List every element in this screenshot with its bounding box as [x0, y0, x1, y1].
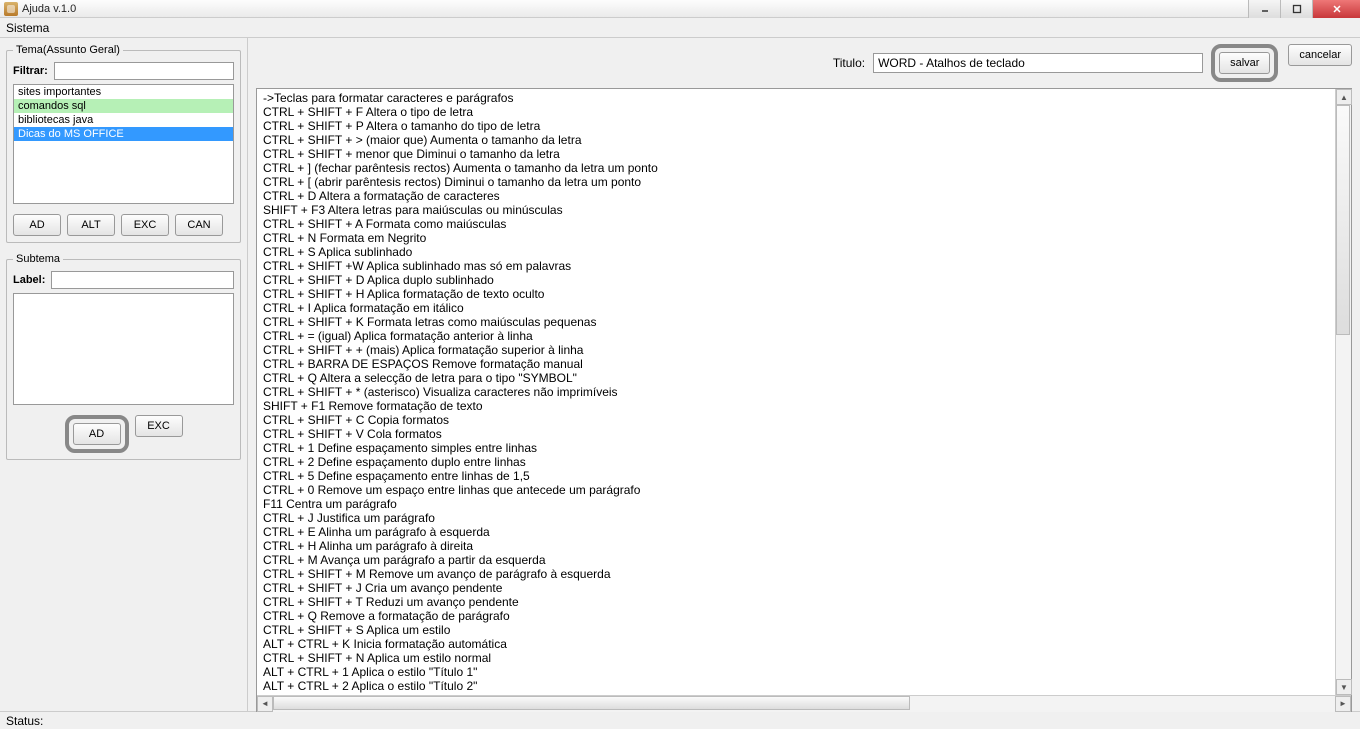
scroll-left-arrow[interactable]: ◄	[257, 696, 273, 712]
salvar-button[interactable]: salvar	[1219, 52, 1270, 74]
window-titlebar: Ajuda v.1.0	[0, 0, 1360, 18]
titulo-label: Titulo:	[833, 56, 865, 70]
tema-listbox[interactable]: sites importantescomandos sqlbibliotecas…	[13, 84, 234, 204]
tema-legend: Tema(Assunto Geral)	[13, 44, 123, 56]
tema-list-item[interactable]: Dicas do MS OFFICE	[14, 127, 233, 141]
hscroll-track[interactable]	[273, 696, 1335, 712]
label-input[interactable]	[51, 271, 234, 289]
window-title: Ajuda v.1.0	[22, 3, 76, 15]
scroll-right-arrow[interactable]: ►	[1335, 696, 1351, 712]
tema-list-item[interactable]: comandos sql	[14, 99, 233, 113]
subtema-ad-button[interactable]: AD	[73, 423, 121, 445]
highlight-ad: AD	[65, 415, 129, 453]
content-panel: Titulo: salvar cancelar ->Teclas para fo…	[248, 38, 1360, 711]
filtrar-label: Filtrar:	[13, 65, 48, 77]
minimize-button[interactable]	[1248, 0, 1280, 18]
main-area: Tema(Assunto Geral) Filtrar: sites impor…	[0, 38, 1360, 711]
hscroll-thumb[interactable]	[273, 696, 910, 710]
label-label: Label:	[13, 274, 45, 286]
tema-ad-button[interactable]: AD	[13, 214, 61, 236]
horizontal-scrollbar[interactable]: ◄ ►	[257, 695, 1351, 711]
titulo-input[interactable]	[873, 53, 1203, 73]
java-app-icon	[4, 2, 18, 16]
menu-bar: Sistema	[0, 18, 1360, 38]
tema-exc-button[interactable]: EXC	[121, 214, 169, 236]
scroll-up-arrow[interactable]: ▲	[1336, 89, 1352, 105]
highlight-salvar-wrap: salvar	[1211, 44, 1278, 82]
window-controls	[1248, 0, 1360, 18]
subtema-listbox[interactable]	[13, 293, 234, 405]
tema-list-item[interactable]: sites importantes	[14, 85, 233, 99]
tema-can-button[interactable]: CAN	[175, 214, 223, 236]
vertical-scrollbar[interactable]: ▲ ▼	[1335, 89, 1351, 695]
tema-list-item[interactable]: bibliotecas java	[14, 113, 233, 127]
status-bar: Status:	[0, 711, 1360, 729]
maximize-button[interactable]	[1280, 0, 1312, 18]
vscroll-track[interactable]	[1336, 105, 1351, 679]
fieldset-tema: Tema(Assunto Geral) Filtrar: sites impor…	[6, 44, 241, 243]
sidebar: Tema(Assunto Geral) Filtrar: sites impor…	[0, 38, 248, 711]
content-textarea[interactable]: ->Teclas para formatar caracteres e pará…	[257, 89, 1351, 695]
subtema-legend: Subtema	[13, 253, 63, 265]
filtrar-input[interactable]	[54, 62, 234, 80]
subtema-exc-button[interactable]: EXC	[135, 415, 183, 437]
status-label: Status:	[6, 714, 43, 728]
fieldset-subtema: Subtema Label: AD EXC	[6, 253, 241, 460]
vscroll-thumb[interactable]	[1336, 105, 1350, 335]
scroll-down-arrow[interactable]: ▼	[1336, 679, 1352, 695]
menu-sistema[interactable]: Sistema	[6, 21, 49, 35]
close-button[interactable]	[1312, 0, 1360, 18]
cancelar-button[interactable]: cancelar	[1288, 44, 1352, 66]
textarea-container: ->Teclas para formatar caracteres e pará…	[256, 88, 1352, 712]
tema-alt-button[interactable]: ALT	[67, 214, 115, 236]
content-header: Titulo: salvar cancelar	[248, 38, 1360, 88]
